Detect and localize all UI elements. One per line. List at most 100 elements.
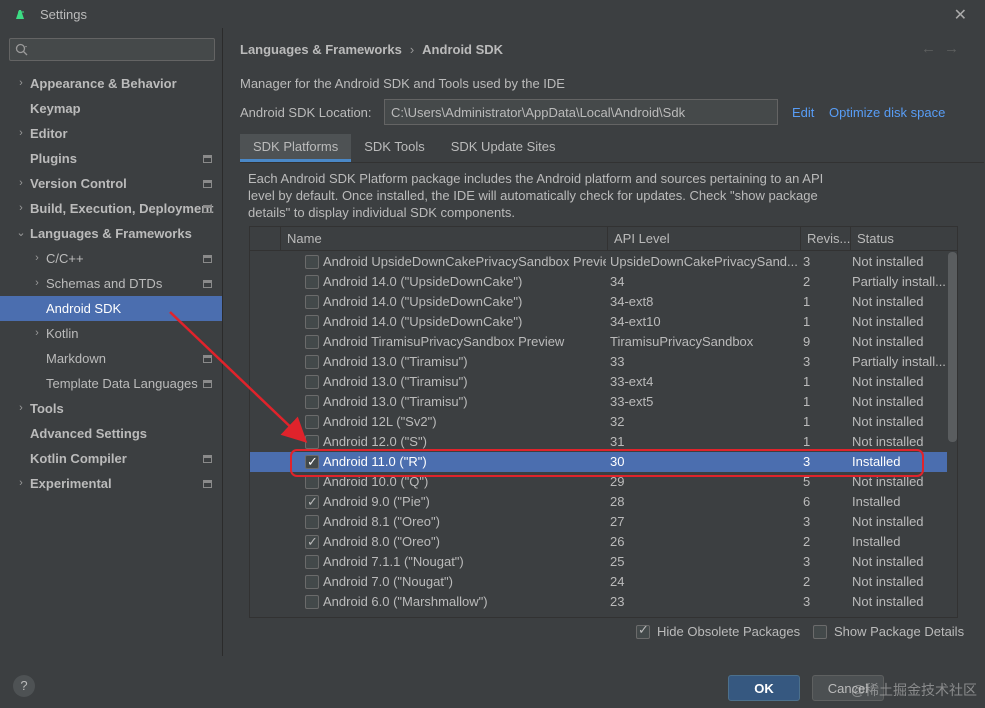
- table-row[interactable]: Android 14.0 ("UpsideDownCake") 34-ext8 1 N…: [250, 292, 947, 312]
- package-checkbox[interactable]: [305, 595, 319, 609]
- search-icon: [15, 43, 28, 56]
- manager-description: Manager for the Android SDK and Tools us…: [240, 76, 565, 91]
- table-row[interactable]: Android 9.0 ("Pie") 28 6 Installed: [250, 492, 947, 512]
- tab-sdk-update-sites[interactable]: SDK Update Sites: [438, 134, 569, 162]
- sidebar-item[interactable]: ⌄ Languages & Frameworks: [0, 221, 222, 246]
- install-status: Not installed: [852, 414, 924, 429]
- sidebar-item[interactable]: Kotlin Compiler: [0, 446, 222, 471]
- close-icon[interactable]: ✕: [954, 5, 967, 25]
- table-row[interactable]: Android 10.0 ("Q") 29 5 Not installed: [250, 472, 947, 492]
- chevron-icon[interactable]: ›: [16, 471, 26, 496]
- package-checkbox[interactable]: [305, 255, 319, 269]
- chevron-icon[interactable]: ›: [16, 121, 26, 146]
- sidebar-item[interactable]: › Schemas and DTDs: [0, 271, 222, 296]
- column-header-revision[interactable]: Revis...: [800, 227, 850, 251]
- api-level: 31: [610, 434, 625, 449]
- table-row[interactable]: Android 11.0 ("R") 30 3 Installed: [250, 452, 947, 472]
- package-checkbox[interactable]: [305, 435, 319, 449]
- package-checkbox[interactable]: [305, 575, 319, 589]
- revision: 1: [803, 414, 811, 429]
- revision: 2: [803, 574, 811, 589]
- hide-obsolete-option[interactable]: Hide Obsolete Packages: [636, 622, 800, 639]
- package-checkbox[interactable]: [305, 515, 319, 529]
- table-row[interactable]: Android 12L ("Sv2") 32 1 Not installed: [250, 412, 947, 432]
- package-checkbox[interactable]: [305, 395, 319, 409]
- column-header-name[interactable]: Name: [280, 227, 607, 251]
- sidebar-item-label: Schemas and DTDs: [46, 276, 163, 291]
- package-name: Android UpsideDownCakePrivacySandbox Pre…: [323, 254, 606, 269]
- hide-obsolete-checkbox[interactable]: [636, 622, 650, 639]
- breadcrumb-parent[interactable]: Languages & Frameworks: [240, 42, 402, 57]
- table-row[interactable]: Android 7.1.1 ("Nougat") 25 3 Not installed: [250, 552, 947, 572]
- table-row[interactable]: Android 14.0 ("UpsideDownCake") 34-ext10 1…: [250, 312, 947, 332]
- table-row[interactable]: Android 13.0 ("Tiramisu") 33 3 Partially in…: [250, 352, 947, 372]
- table-row[interactable]: Android TiramisuPrivacySandbox Preview Ti…: [250, 332, 947, 352]
- tab-sdk-tools[interactable]: SDK Tools: [351, 134, 437, 162]
- sidebar-item[interactable]: Advanced Settings: [0, 421, 222, 446]
- sidebar-item[interactable]: › Appearance & Behavior: [0, 71, 222, 96]
- table-row[interactable]: Android UpsideDownCakePrivacySandbox Pre…: [250, 252, 947, 272]
- package-checkbox[interactable]: [305, 275, 319, 289]
- sidebar-item[interactable]: Template Data Languages: [0, 371, 222, 396]
- column-header-api-level[interactable]: API Level: [607, 227, 800, 251]
- ok-button[interactable]: OK: [728, 675, 800, 701]
- chevron-icon[interactable]: ›: [32, 321, 42, 346]
- table-row[interactable]: Android 7.0 ("Nougat") 24 2 Not installed: [250, 572, 947, 592]
- edit-link[interactable]: Edit: [792, 105, 814, 120]
- chevron-icon[interactable]: ›: [32, 246, 42, 271]
- forward-arrow-icon[interactable]: →: [944, 40, 967, 57]
- package-name: Android 6.0 ("Marshmallow"): [323, 594, 488, 609]
- package-checkbox[interactable]: [305, 532, 319, 552]
- chevron-icon[interactable]: ›: [16, 171, 26, 196]
- chevron-icon[interactable]: ›: [32, 271, 42, 296]
- tab-sdk-platforms[interactable]: SDK Platforms: [240, 134, 352, 162]
- sidebar-item[interactable]: › Editor: [0, 121, 222, 146]
- package-checkbox[interactable]: [305, 315, 319, 329]
- sidebar-item[interactable]: › Tools: [0, 396, 222, 421]
- chevron-icon[interactable]: ⌄: [16, 221, 26, 246]
- package-checkbox[interactable]: [305, 295, 319, 309]
- sidebar-item[interactable]: › Build, Execution, Deployment: [0, 196, 222, 221]
- sidebar-item[interactable]: › Experimental: [0, 471, 222, 496]
- package-checkbox[interactable]: [305, 355, 319, 369]
- table-row[interactable]: Android 13.0 ("Tiramisu") 33-ext5 1 Not ins…: [250, 392, 947, 412]
- table-row[interactable]: Android 6.0 ("Marshmallow") 23 3 Not instal…: [250, 592, 947, 612]
- breadcrumb-separator: ›: [409, 42, 415, 57]
- sidebar-item[interactable]: › Version Control: [0, 171, 222, 196]
- table-scrollbar[interactable]: [948, 252, 957, 442]
- show-details-checkbox[interactable]: [813, 624, 827, 639]
- table-row[interactable]: Android 13.0 ("Tiramisu") 33-ext4 1 Not ins…: [250, 372, 947, 392]
- chevron-icon[interactable]: ›: [16, 196, 26, 221]
- help-button[interactable]: ?: [13, 675, 35, 697]
- package-checkbox[interactable]: [305, 335, 319, 349]
- package-checkbox[interactable]: [305, 555, 319, 569]
- package-checkbox[interactable]: [305, 452, 319, 472]
- chevron-icon[interactable]: ›: [16, 396, 26, 421]
- show-details-option[interactable]: Show Package Details: [813, 624, 964, 639]
- sidebar-item[interactable]: Markdown: [0, 346, 222, 371]
- install-status: Installed: [852, 494, 901, 509]
- table-row[interactable]: Android 12.0 ("S") 31 1 Not installed: [250, 432, 947, 452]
- package-checkbox[interactable]: [305, 375, 319, 389]
- table-row[interactable]: Android 14.0 ("UpsideDownCake") 34 2 Partia…: [250, 272, 947, 292]
- sidebar-item[interactable]: › C/C++: [0, 246, 222, 271]
- chevron-icon[interactable]: ›: [16, 71, 26, 96]
- sidebar-item[interactable]: Keymap: [0, 96, 222, 121]
- table-row[interactable]: Android 8.1 ("Oreo") 27 3 Not installed: [250, 512, 947, 532]
- sidebar-item[interactable]: Plugins: [0, 146, 222, 171]
- package-checkbox[interactable]: [305, 475, 319, 489]
- package-checkbox[interactable]: [305, 415, 319, 429]
- revision: 2: [803, 274, 811, 289]
- sdk-location-field[interactable]: C:\Users\Administrator\AppData\Local\And…: [384, 99, 778, 125]
- column-header-status[interactable]: Status: [850, 227, 947, 251]
- table-row[interactable]: Android 8.0 ("Oreo") 26 2 Installed: [250, 532, 947, 552]
- optimize-disk-link[interactable]: Optimize disk space: [829, 105, 945, 120]
- api-level: 27: [610, 514, 625, 529]
- sidebar-item[interactable]: Android SDK: [0, 296, 222, 321]
- sidebar-item[interactable]: › Kotlin: [0, 321, 222, 346]
- package-checkbox[interactable]: [305, 492, 319, 512]
- search-input[interactable]: [9, 38, 215, 61]
- project-level-icon: [203, 355, 212, 363]
- sidebar-item-label: Kotlin: [46, 326, 79, 341]
- back-arrow-icon[interactable]: ←: [921, 40, 944, 57]
